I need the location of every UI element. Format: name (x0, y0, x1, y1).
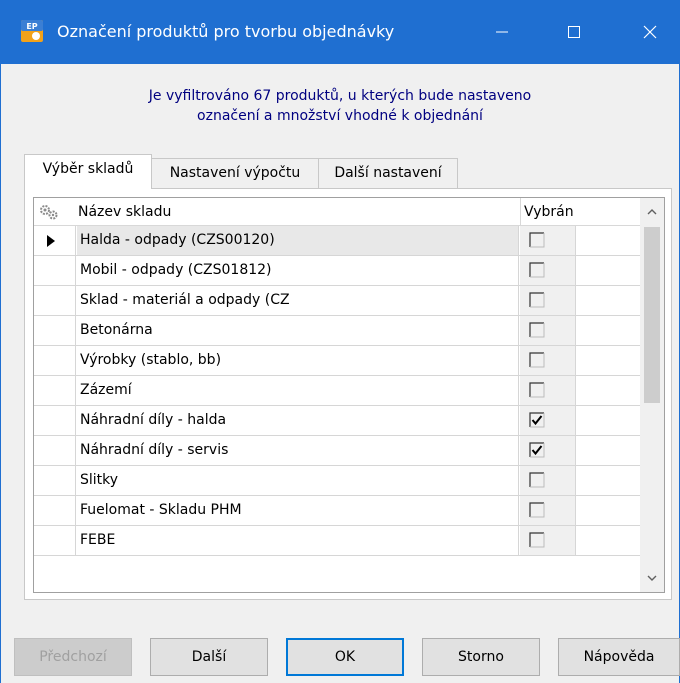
checkbox-unchecked-icon (529, 262, 545, 278)
warehouse-grid: Název skladu Vybrán Halda - odpady (CZS0… (33, 197, 665, 593)
select-cell (520, 256, 576, 285)
scroll-down-button[interactable] (640, 564, 664, 592)
select-checkbox[interactable] (529, 292, 545, 308)
table-row[interactable]: Mobil - odpady (CZS01812) (34, 256, 640, 286)
table-row[interactable]: Slitky (34, 466, 640, 496)
warehouse-name: FEBE (77, 526, 519, 555)
select-cell (520, 526, 576, 555)
row-indicator (34, 496, 76, 525)
select-checkbox[interactable] (529, 532, 545, 548)
checkbox-unchecked-icon (529, 472, 545, 488)
row-indicator (34, 406, 76, 435)
current-row-arrow-icon (47, 235, 55, 247)
ok-button[interactable]: OK (286, 638, 404, 676)
checkbox-unchecked-icon (529, 292, 545, 308)
checkbox-checked-icon (529, 442, 545, 458)
select-cell (520, 466, 576, 495)
row-indicator (34, 286, 76, 315)
chevron-down-icon (647, 575, 657, 581)
table-row[interactable]: Fuelomat - Skladu PHM (34, 496, 640, 526)
warehouse-name: Sklad - materiál a odpady (CZ (77, 286, 519, 315)
table-row[interactable]: Náhradní díly - servis (34, 436, 640, 466)
checkbox-checked-icon (529, 412, 545, 428)
select-checkbox[interactable] (529, 382, 545, 398)
row-indicator (34, 346, 76, 375)
table-row[interactable]: Sklad - materiál a odpady (CZ (34, 286, 640, 316)
warehouse-name: Zázemí (77, 376, 519, 405)
minimize-icon (496, 31, 508, 33)
next-button[interactable]: Další (150, 638, 268, 676)
maximize-icon (568, 26, 580, 38)
select-cell (520, 406, 576, 435)
row-indicator (34, 466, 76, 495)
warehouse-name: Halda - odpady (CZS00120) (77, 226, 519, 255)
warehouse-name: Slitky (77, 466, 519, 495)
row-indicator (34, 316, 76, 345)
table-row[interactable]: FEBE (34, 526, 640, 556)
tab-dalsi-nastaveni[interactable]: Další nastavení (318, 158, 458, 188)
app-icon: EP (21, 20, 43, 42)
column-header-select[interactable]: Vybrán (520, 198, 576, 226)
select-cell (520, 376, 576, 405)
table-row[interactable]: Halda - odpady (CZS00120) (34, 226, 640, 256)
help-button[interactable]: Nápověda (558, 638, 680, 676)
title-bar: EP Označení produktů pro tvorbu objednáv… (0, 0, 680, 64)
select-checkbox[interactable] (529, 472, 545, 488)
select-checkbox[interactable] (529, 322, 545, 338)
select-cell (520, 346, 576, 375)
warehouse-name: Mobil - odpady (CZS01812) (77, 256, 519, 285)
select-cell (520, 436, 576, 465)
row-indicator (34, 226, 76, 255)
checkbox-unchecked-icon (529, 382, 545, 398)
table-row[interactable]: Náhradní díly - halda (34, 406, 640, 436)
table-row[interactable]: Zázemí (34, 376, 640, 406)
close-icon (643, 25, 657, 39)
warehouse-name: Fuelomat - Skladu PHM (77, 496, 519, 525)
tab-vyber-skladu[interactable]: Výběr skladů (24, 154, 152, 189)
checkbox-unchecked-icon (529, 352, 545, 368)
table-row[interactable]: Výrobky (stablo, bb) (34, 346, 640, 376)
column-header-name[interactable]: Název skladu (78, 198, 171, 226)
select-checkbox[interactable] (529, 412, 545, 428)
tab-nastaveni-vypoctu[interactable]: Nastavení výpočtu (151, 158, 319, 188)
checkbox-unchecked-icon (529, 532, 545, 548)
checkbox-unchecked-icon (529, 502, 545, 518)
select-cell (520, 496, 576, 525)
grid-rows: Halda - odpady (CZS00120) Mobil - odpady… (34, 226, 640, 556)
row-indicator (34, 436, 76, 465)
chevron-up-icon (647, 209, 657, 215)
previous-button[interactable]: Předchozí (14, 638, 132, 676)
grid-header: Název skladu Vybrán (34, 198, 640, 226)
warehouse-name: Výrobky (stablo, bb) (77, 346, 519, 375)
table-row[interactable]: Betonárna (34, 316, 640, 346)
scroll-thumb[interactable] (644, 227, 660, 403)
minimize-button[interactable] (472, 0, 532, 64)
row-indicator (34, 526, 76, 555)
select-checkbox[interactable] (529, 442, 545, 458)
scroll-up-button[interactable] (640, 198, 664, 226)
warehouse-name: Betonárna (77, 316, 519, 345)
gears-icon[interactable] (39, 204, 59, 224)
close-button[interactable] (620, 0, 680, 64)
maximize-button[interactable] (544, 0, 604, 64)
cancel-button[interactable]: Storno (422, 638, 540, 676)
warehouse-name: Náhradní díly - halda (77, 406, 519, 435)
select-cell (520, 316, 576, 345)
tab-panel: Název skladu Vybrán Halda - odpady (CZS0… (24, 188, 672, 600)
select-checkbox[interactable] (529, 502, 545, 518)
vertical-scrollbar[interactable] (640, 198, 664, 592)
select-checkbox[interactable] (529, 352, 545, 368)
select-checkbox[interactable] (529, 262, 545, 278)
warehouse-name: Náhradní díly - servis (77, 436, 519, 465)
info-message: Je vyfiltrováno 67 produktů, u kterých b… (148, 88, 532, 124)
window-title: Označení produktů pro tvorbu objednávky (57, 22, 395, 41)
row-indicator (34, 256, 76, 285)
row-indicator (34, 376, 76, 405)
select-checkbox[interactable] (529, 232, 545, 248)
checkbox-unchecked-icon (529, 322, 545, 338)
select-cell (520, 226, 576, 255)
svg-text:EP: EP (26, 22, 37, 31)
checkbox-unchecked-icon (529, 232, 545, 248)
select-cell (520, 286, 576, 315)
